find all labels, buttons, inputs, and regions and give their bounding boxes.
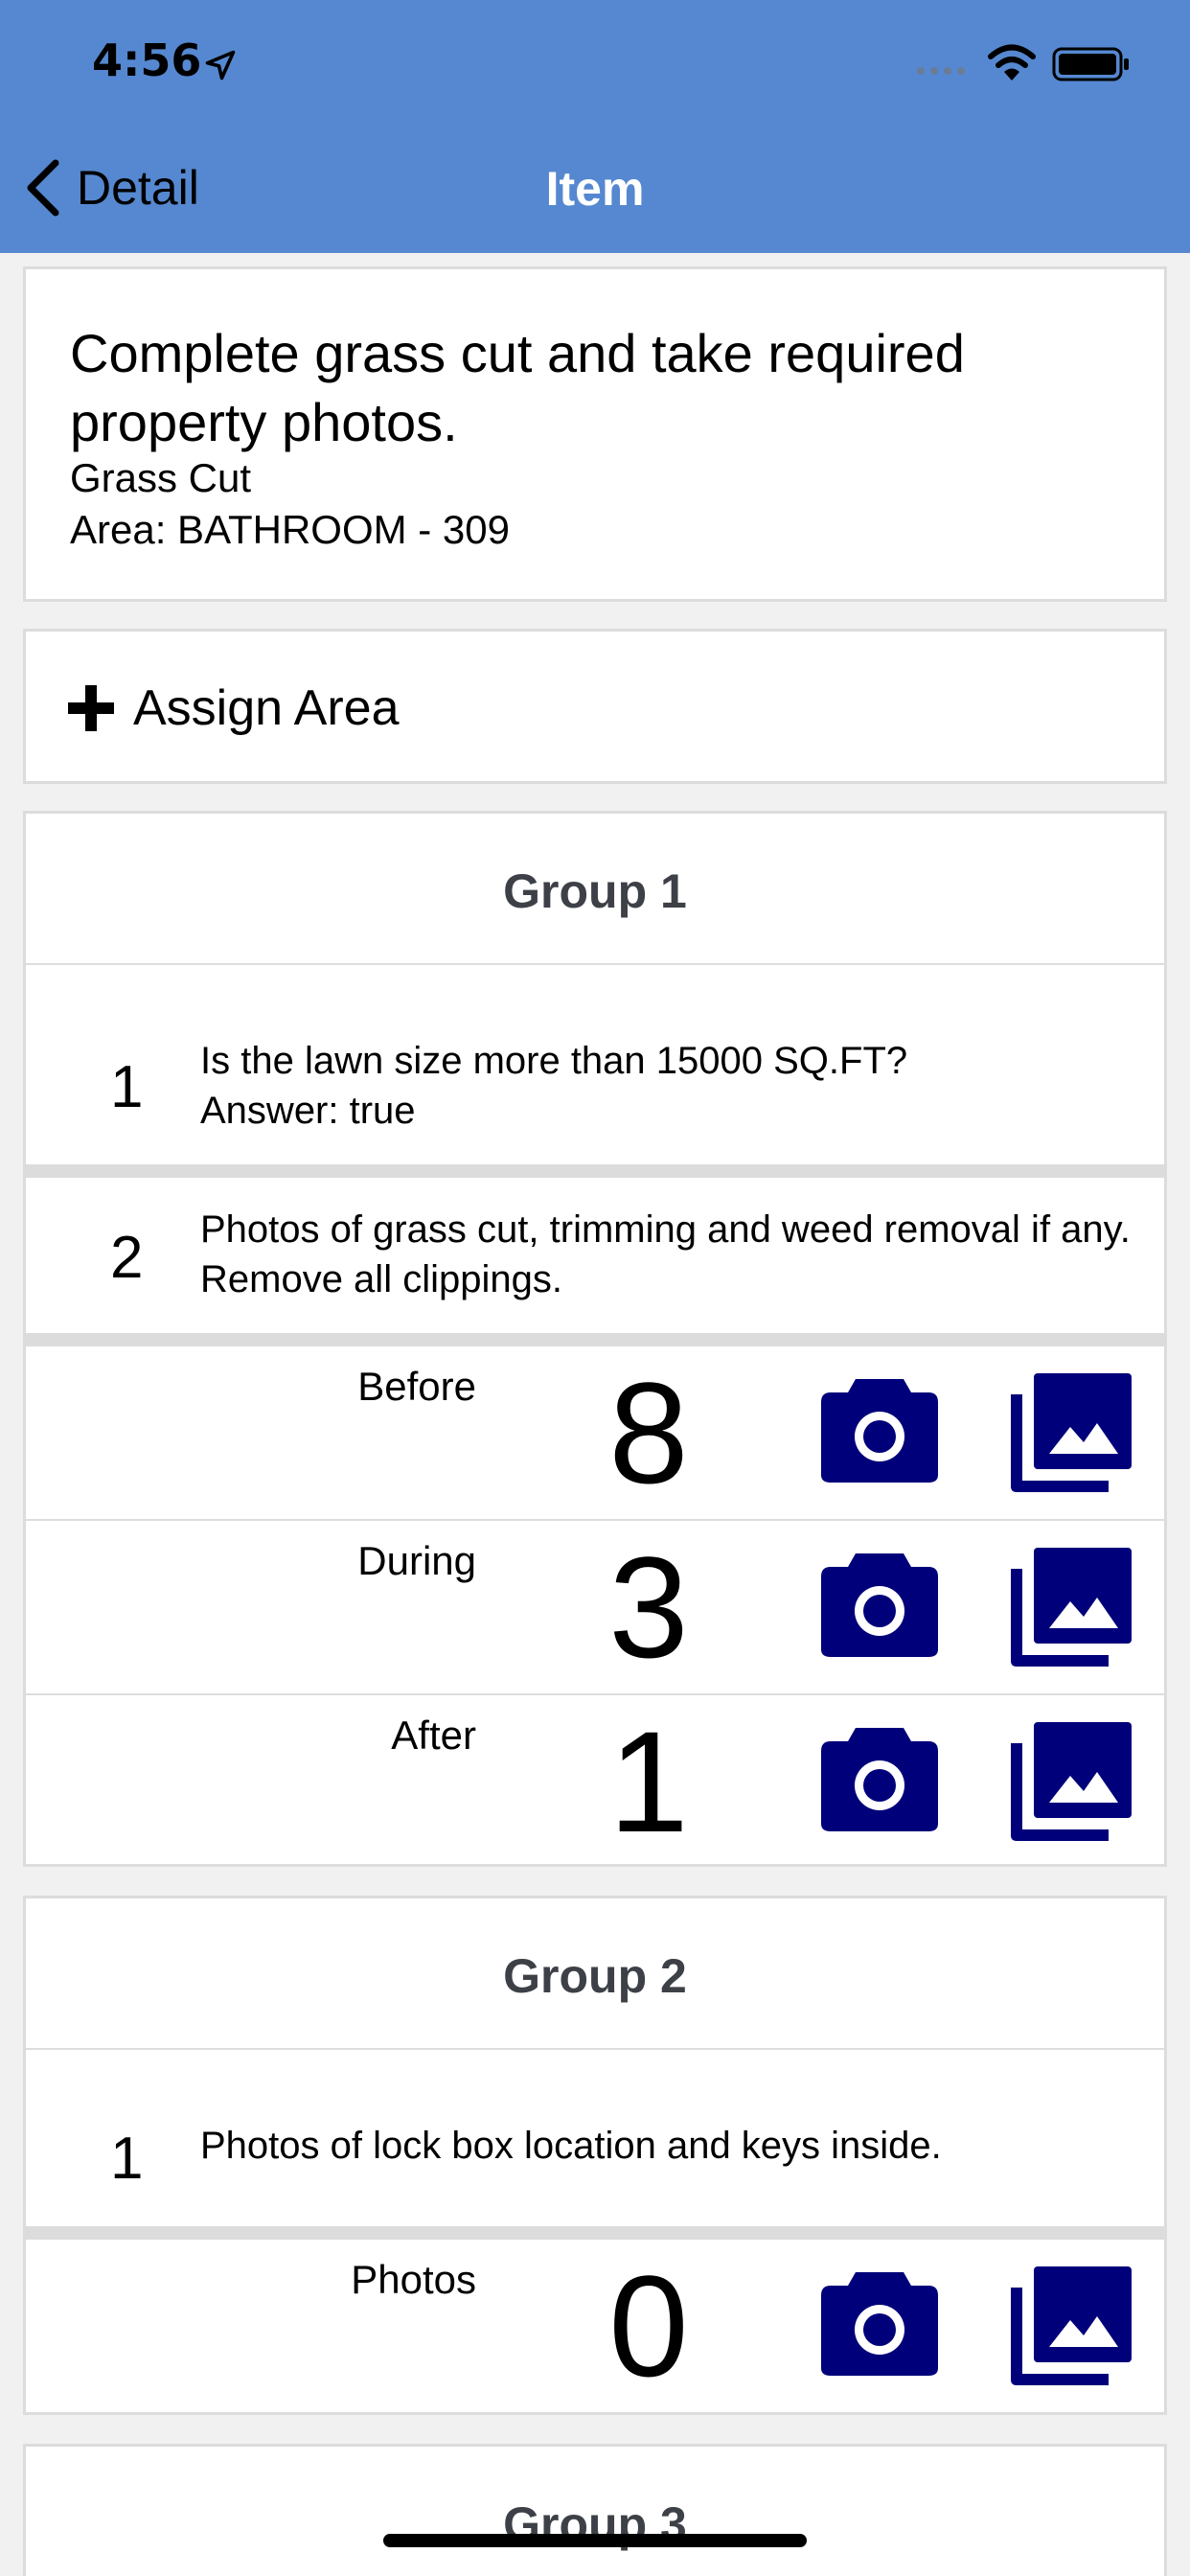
item-description-card: Complete grass cut and take required pro… (23, 266, 1167, 602)
photo-count: 0 (608, 2245, 689, 2406)
photo-label: Before (357, 1364, 476, 1409)
photo-count: 1 (608, 1701, 689, 1862)
item-subtitle: Grass Cut (70, 455, 252, 500)
group-card: Group 3 (23, 2444, 1167, 2576)
assign-area-button[interactable]: Assign Area (68, 679, 400, 737)
photo-library-icon[interactable] (1009, 2265, 1133, 2387)
divider (26, 963, 1164, 965)
navigation-bar: 4:56 Detail Item (0, 0, 1190, 253)
divider (26, 2226, 1164, 2240)
question-answer: Answer: true (200, 1090, 416, 1132)
group-title: Group 2 (503, 1949, 687, 2003)
wifi-icon (988, 44, 1036, 80)
question-number: 1 (110, 1054, 144, 1120)
photo-count: 8 (608, 1352, 689, 1513)
plus-icon (68, 685, 114, 731)
home-indicator[interactable] (383, 2534, 807, 2547)
photo-count: 3 (608, 1527, 689, 1688)
item-title: Complete grass cut and take required pro… (70, 323, 965, 452)
divider (26, 1333, 1164, 1346)
location-arrow-icon (205, 50, 236, 80)
camera-icon[interactable] (819, 2268, 940, 2378)
status-time: 4:56 (92, 34, 202, 86)
question-text: Is the lawn size more than 15000 SQ.FT? (200, 1040, 908, 1082)
photo-library-icon[interactable] (1009, 1720, 1133, 1843)
camera-icon[interactable] (819, 1550, 940, 1659)
camera-icon[interactable] (819, 1375, 940, 1484)
status-bar: 4:56 (0, 0, 1190, 126)
photo-library-icon[interactable] (1009, 1546, 1133, 1668)
item-area: Area: BATHROOM - 309 (70, 507, 511, 552)
photo-label: During (357, 1538, 476, 1583)
page-title: Item (545, 162, 645, 216)
question-number: 2 (110, 1225, 144, 1291)
assign-area-card[interactable]: Assign Area (23, 629, 1167, 784)
photo-row-before: Before 8 (26, 1346, 1164, 1519)
group-card: Group 2 1 Photos of lock box location an… (23, 1896, 1167, 2415)
group-title: Group 1 (503, 864, 687, 918)
question-text: Photos of lock box location and keys ins… (200, 2125, 942, 2167)
divider (26, 1164, 1164, 1178)
photo-row-photos: Photos 0 (26, 2240, 1164, 2412)
question-text: Photos of grass cut, trimming and weed r… (200, 1208, 1131, 1300)
divider (26, 2048, 1164, 2050)
photo-label: Photos (351, 2257, 476, 2302)
photo-library-icon[interactable] (1009, 1371, 1133, 1494)
photo-label: After (391, 1713, 476, 1758)
cellular-signal-icon (917, 67, 965, 75)
assign-area-label: Assign Area (133, 680, 400, 736)
battery-icon (1052, 47, 1129, 81)
question-number: 1 (110, 2126, 144, 2192)
photo-row-after: After 1 (26, 1695, 1164, 1868)
camera-icon[interactable] (819, 1724, 940, 1833)
group-card: Group 1 1 Is the lawn size more than 150… (23, 811, 1167, 1867)
photo-row-during: During 3 (26, 1521, 1164, 1693)
